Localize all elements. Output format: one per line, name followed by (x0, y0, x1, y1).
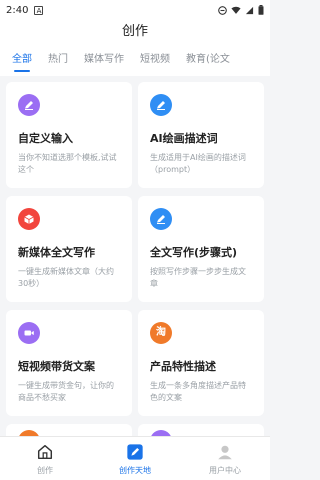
notification-app-icon: A (34, 5, 44, 15)
nav-label: 用户中心 (209, 465, 241, 475)
card-title: 全文写作(步骤式) (150, 246, 238, 259)
card-partial-left[interactable] (6, 424, 132, 436)
card-custom-input[interactable]: 自定义输入 当你不知道选那个模板,试试这个 (6, 82, 132, 188)
nav-create[interactable]: 创作 (0, 437, 90, 480)
template-grid: 自定义输入 当你不知道选那个模板,试试这个 AI绘画描述词 生成适用于AI绘画的… (0, 80, 270, 436)
card-title: 产品特性描述 (150, 360, 216, 373)
tab-media-writing[interactable]: 媒体写作 (84, 44, 124, 76)
card-short-video-sales[interactable]: 短视频带货文案 一键生成带货金句，让你的商品不愁买家 (6, 310, 132, 416)
battery-icon (258, 5, 264, 15)
taobao-icon: 淘 (150, 322, 172, 344)
tab-popular[interactable]: 热门 (48, 44, 68, 76)
pen-icon (18, 94, 40, 116)
card-description: 按照写作步骤一步步生成文章 (150, 267, 246, 288)
status-time: 2:40 (6, 4, 29, 16)
status-bar: 2:40 A (0, 0, 270, 20)
card-product-features[interactable]: 淘 产品特性描述 生成一条多角度描述产品特色的文案 (138, 310, 264, 416)
nav-label: 创作天地 (119, 465, 151, 475)
card-title: 新媒体全文写作 (18, 246, 95, 259)
nav-label: 创作 (37, 465, 53, 475)
nav-creation-world[interactable]: 创作天地 (90, 437, 180, 480)
card-description: 一键生成带货金句，让你的商品不愁买家 (18, 381, 114, 402)
card-full-article-steps[interactable]: 全文写作(步骤式) 按照写作步骤一步步生成文章 (138, 196, 264, 302)
edit-icon (125, 442, 145, 462)
card-description: 当你不知道选那个模板,试试这个 (18, 153, 117, 174)
tab-all[interactable]: 全部 (12, 44, 32, 76)
category-tabs: 全部 热门 媒体写作 短视频 教育(论文 (0, 44, 270, 76)
bottom-navigation: 创作 创作天地 用户中心 (0, 436, 270, 480)
card-description: 生成适用于AI绘画的描述词（prompt） (150, 153, 246, 174)
video-icon (18, 322, 40, 344)
box-icon (18, 208, 40, 230)
card-description: 一键生成新媒体文章（大约30秒） (18, 267, 114, 288)
status-icons (218, 5, 264, 15)
wifi-icon (231, 6, 241, 15)
page-header: 创作 (0, 20, 270, 44)
card-description: 生成一条多角度描述产品特色的文案 (150, 381, 246, 402)
pen-icon (150, 94, 172, 116)
card-ai-painting-prompt[interactable]: AI绘画描述词 生成适用于AI绘画的描述词（prompt） (138, 82, 264, 188)
page-title: 创作 (121, 24, 148, 39)
pen-icon (150, 208, 172, 230)
signal-icon (245, 6, 254, 15)
card-title: 短视频带货文案 (18, 360, 95, 373)
do-not-disturb-icon (218, 5, 227, 15)
nav-user-center[interactable]: 用户中心 (180, 437, 270, 480)
user-icon (215, 442, 235, 462)
card-title: 自定义输入 (18, 132, 73, 145)
card-partial-right[interactable] (138, 424, 264, 436)
home-icon (35, 442, 55, 462)
tab-education[interactable]: 教育(论文 (186, 44, 230, 76)
card-title: AI绘画描述词 (150, 132, 218, 145)
card-new-media-article[interactable]: 新媒体全文写作 一键生成新媒体文章（大约30秒） (6, 196, 132, 302)
tab-short-video[interactable]: 短视频 (140, 44, 170, 76)
